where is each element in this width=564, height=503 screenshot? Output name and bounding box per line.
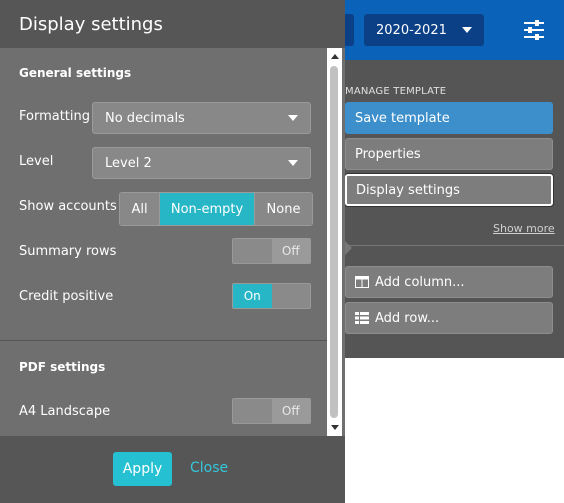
- dialog-scrollbar[interactable]: [327, 48, 342, 436]
- chevron-down-icon: [462, 27, 472, 33]
- dialog-footer: Apply Close: [0, 436, 345, 503]
- toggle-knob: [233, 399, 272, 423]
- scrollbar-thumb[interactable]: [330, 66, 338, 418]
- show-more-link[interactable]: Show more: [493, 222, 555, 235]
- filter-settings-icon[interactable]: [522, 18, 546, 42]
- level-label: Level: [19, 154, 54, 169]
- year-select-value: 2020-2021: [376, 22, 447, 38]
- toggle-knob: [233, 239, 272, 263]
- a4-landscape-label: A4 Landscape: [19, 404, 111, 419]
- chevron-down-icon: [288, 115, 298, 121]
- properties-label: Properties: [355, 146, 421, 162]
- show-accounts-segmented-control: All Non-empty None: [119, 192, 313, 226]
- show-accounts-non-empty[interactable]: Non-empty: [160, 193, 254, 225]
- level-select[interactable]: Level 2: [92, 147, 311, 179]
- formatting-select[interactable]: No decimals: [92, 102, 311, 134]
- save-template-button[interactable]: Save template: [345, 102, 553, 134]
- scroll-up-icon[interactable]: [331, 54, 339, 59]
- save-template-label: Save template: [355, 110, 450, 126]
- level-value: Level 2: [105, 155, 152, 171]
- credit-positive-label: Credit positive: [19, 289, 114, 304]
- summary-rows-toggle[interactable]: Off: [232, 238, 311, 264]
- toggle-knob: [271, 284, 310, 308]
- panel-divider: [345, 245, 564, 246]
- summary-rows-state: Off: [271, 239, 310, 263]
- general-settings-title: General settings: [19, 66, 132, 80]
- show-accounts-label: Show accounts: [19, 199, 117, 214]
- summary-rows-label: Summary rows: [19, 244, 117, 259]
- a4-landscape-toggle[interactable]: Off: [232, 398, 311, 424]
- dialog-body: General settings Formatting No decimals …: [0, 48, 327, 436]
- properties-button[interactable]: Properties: [345, 138, 553, 170]
- display-settings-button[interactable]: Display settings: [345, 174, 553, 206]
- panel-arrow: [344, 240, 352, 256]
- add-row-label: Add row...: [375, 310, 440, 326]
- dialog-header: Display settings: [0, 0, 345, 48]
- display-settings-dialog: Display settings General settings Format…: [0, 0, 345, 503]
- year-select[interactable]: 2020-2021: [364, 14, 484, 46]
- dialog-title: Display settings: [19, 13, 163, 35]
- credit-positive-state: On: [233, 284, 272, 308]
- scroll-down-icon[interactable]: [331, 425, 339, 430]
- content-area: [340, 358, 564, 503]
- formatting-value: No decimals: [105, 110, 185, 126]
- pdf-settings-title: PDF settings: [19, 360, 106, 374]
- columns-icon: [355, 276, 369, 288]
- add-column-label: Add column...: [375, 274, 465, 290]
- rows-icon: [355, 312, 369, 324]
- show-accounts-none[interactable]: None: [254, 193, 312, 225]
- add-row-button[interactable]: Add row...: [345, 302, 553, 334]
- credit-positive-toggle[interactable]: On: [232, 283, 311, 309]
- apply-button[interactable]: Apply: [113, 452, 172, 486]
- display-settings-label: Display settings: [356, 182, 460, 198]
- close-button[interactable]: Close: [190, 460, 228, 476]
- add-column-button[interactable]: Add column...: [345, 266, 553, 298]
- section-divider: [0, 340, 327, 341]
- a4-landscape-state: Off: [271, 399, 310, 423]
- show-accounts-all[interactable]: All: [120, 193, 160, 225]
- chevron-down-icon: [288, 160, 298, 166]
- formatting-label: Formatting: [19, 109, 91, 124]
- manage-template-heading: MANAGE TEMPLATE: [345, 86, 447, 97]
